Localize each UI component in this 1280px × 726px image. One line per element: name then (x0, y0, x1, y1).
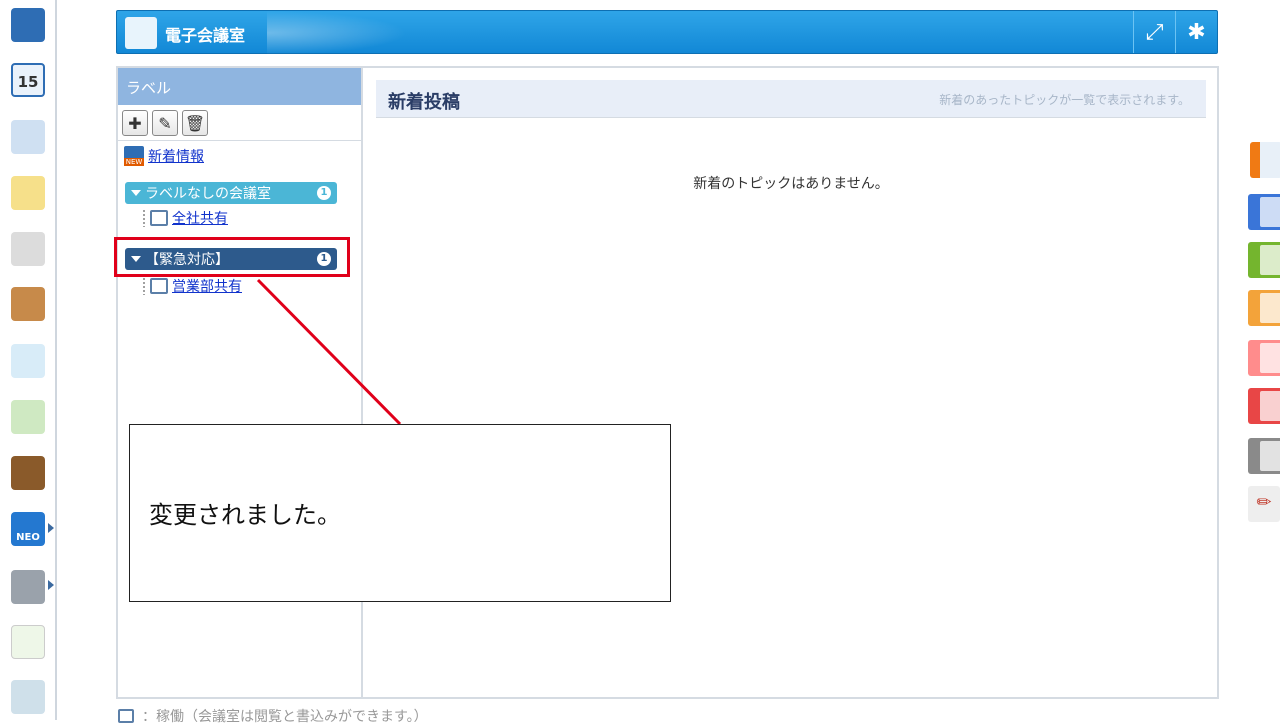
highlight-box (114, 237, 350, 277)
sidebar-heading: ラベル (118, 68, 361, 105)
room-link-sales[interactable]: 営業部共有 (172, 276, 242, 296)
label-name: ラベルなしの会議室 (145, 186, 271, 202)
app-dock: 15 NEO (0, 0, 57, 720)
app-title: 電子会議室 (165, 26, 246, 45)
delete-label-button[interactable]: 🗑 (182, 110, 208, 136)
room-row: 全社共有 (142, 208, 228, 228)
meeting-icon[interactable] (11, 120, 45, 154)
folder-icon[interactable] (11, 570, 45, 604)
room-row: 営業部共有 (142, 276, 242, 296)
tree-dots (142, 277, 146, 295)
app-logo-icon[interactable] (11, 625, 45, 659)
tree-dots (142, 209, 146, 227)
memo-icon[interactable] (11, 176, 45, 210)
news-row: 新着情報 (124, 146, 204, 166)
monitor-icon (150, 278, 168, 294)
plus-icon: ✚ (128, 113, 142, 133)
color-swatch-red[interactable] (1248, 388, 1280, 424)
color-swatch-gray[interactable] (1248, 438, 1280, 474)
monitor-icon (150, 210, 168, 226)
app-banner-icon[interactable] (11, 680, 45, 714)
todo-icon[interactable] (11, 344, 45, 378)
settings-button[interactable]: ✱ (1175, 11, 1217, 53)
app-header: 電子会議室 ⤢ ✱ (116, 10, 1218, 55)
meeting-room-icon (125, 17, 157, 49)
footer-note: ：稼働（会議室は閲覧と書込みができます。） (118, 706, 428, 726)
right-palette: ✏ (1244, 0, 1280, 720)
color-swatch-blue[interactable] (1248, 194, 1280, 230)
gear-icon: ✱ (1187, 19, 1206, 45)
header-decoration (267, 11, 407, 55)
folder-expand-arrow[interactable] (48, 580, 54, 590)
content-header: 新着投稿 新着のあったトピックが一覧で表示されます。 (376, 80, 1206, 118)
room-link-company[interactable]: 全社共有 (172, 208, 228, 228)
empty-message: 新着のトピックはありません。 (693, 176, 889, 192)
label-count-badge: 1 (317, 186, 331, 200)
neo-expand-arrow[interactable] (48, 523, 54, 533)
color-swatch-green[interactable] (1248, 242, 1280, 278)
callout-box: 変更されました。 (129, 424, 671, 602)
main-frame: ラベル ✚ ✎ 🗑 新着情報 ラベルなしの会議室 1 全社共有 【緊急対応】 1 (116, 66, 1219, 699)
new-icon (124, 146, 144, 166)
portal-icon[interactable] (11, 8, 45, 42)
news-link[interactable]: 新着情報 (148, 146, 204, 166)
workflow-icon[interactable] (11, 400, 45, 434)
neo-logo-icon[interactable]: NEO (11, 512, 45, 546)
label-toolbar: ✚ ✎ 🗑 (118, 105, 361, 141)
memo-badge-icon[interactable] (1250, 142, 1280, 178)
label-sidebar: ラベル ✚ ✎ 🗑 新着情報 ラベルなしの会議室 1 全社共有 【緊急対応】 1 (118, 68, 363, 697)
fullscreen-button[interactable]: ⤢ (1133, 11, 1175, 53)
color-swatch-pink[interactable] (1248, 340, 1280, 376)
pen-icon[interactable]: ✏ (1248, 486, 1280, 522)
monitor-icon (118, 709, 134, 723)
content-panel: 新着投稿 新着のあったトピックが一覧で表示されます。 新着のトピックはありません… (376, 80, 1206, 192)
content-title: 新着投稿 (388, 92, 460, 113)
callout-message: 変更されました。 (149, 501, 341, 529)
bulletin-icon[interactable] (11, 232, 45, 266)
add-label-button[interactable]: ✚ (122, 110, 148, 136)
collapse-icon (131, 190, 141, 196)
content-description: 新着のあったトピックが一覧で表示されます。 (939, 93, 1190, 107)
trash-icon: 🗑 (184, 113, 206, 133)
cabinet-icon[interactable] (11, 456, 45, 490)
color-swatch-orange[interactable] (1248, 290, 1280, 326)
expand-icon: ⤢ (1145, 19, 1164, 45)
edit-label-button[interactable]: ✎ (152, 110, 178, 136)
label-unlabeled[interactable]: ラベルなしの会議室 1 (125, 182, 337, 204)
pencil-icon: ✎ (158, 113, 172, 133)
footer-note-text: ：稼働（会議室は閲覧と書込みができます。） (142, 709, 428, 725)
clipboard-icon[interactable] (11, 287, 45, 321)
calendar-icon[interactable]: 15 (11, 63, 45, 97)
